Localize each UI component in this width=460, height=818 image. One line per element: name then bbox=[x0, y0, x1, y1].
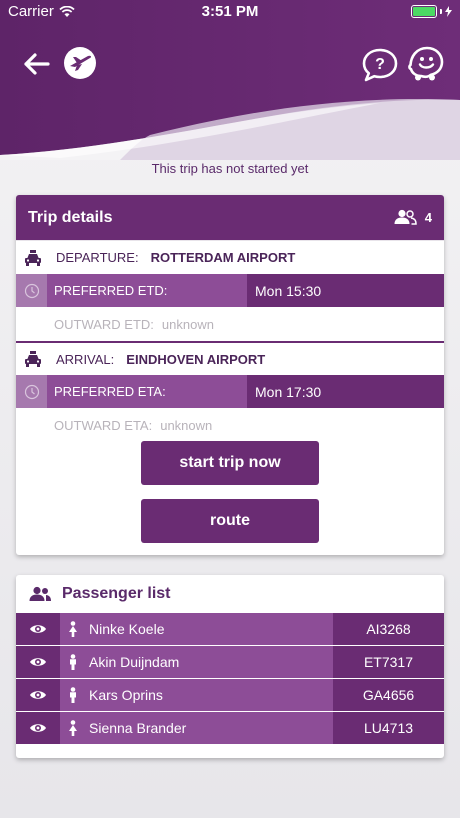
passenger-name: Ninke Koele bbox=[86, 613, 333, 645]
departure-location: ROTTERDAM AIRPORT bbox=[150, 250, 296, 265]
eye-icon[interactable] bbox=[16, 679, 60, 711]
passenger-name: Akin Duijndam bbox=[86, 646, 333, 678]
passenger-code: LU4713 bbox=[333, 712, 444, 744]
outward-eta-row: OUTWARD ETA: unknown bbox=[16, 408, 444, 442]
outward-etd-value: unknown bbox=[161, 316, 214, 332]
arrival-label: ARRIVAL: bbox=[56, 351, 115, 367]
preferred-etd-row: PREFERRED ETD: Mon 15:30 bbox=[16, 274, 444, 307]
passenger-list-header: Passenger list bbox=[16, 575, 444, 612]
passenger-row[interactable]: Kars Oprins GA4656 bbox=[16, 678, 444, 711]
header: Carrier 3:51 PM ? bbox=[0, 0, 460, 160]
preferred-etd-label: PREFERRED ETD: bbox=[47, 274, 247, 307]
passenger-list-card: Passenger list Ninke Koele AI3268 Akin Dui… bbox=[16, 575, 444, 758]
outward-eta-value: unknown bbox=[160, 417, 213, 433]
female-icon bbox=[60, 712, 86, 744]
outward-etd-row: OUTWARD ETD: unknown bbox=[16, 307, 444, 341]
male-icon bbox=[60, 679, 86, 711]
question-bubble-icon: ? bbox=[362, 48, 398, 82]
passenger-rows: Ninke Koele AI3268 Akin Duijndam ET7317 Kars… bbox=[16, 612, 444, 744]
departure-row: DEPARTURE: ROTTERDAM AIRPORT bbox=[16, 240, 444, 274]
preferred-etd-value: Mon 15:30 bbox=[247, 274, 444, 307]
passenger-code: GA4656 bbox=[333, 679, 444, 711]
trip-details-title: Trip details bbox=[28, 208, 113, 226]
passenger-row[interactable]: Ninke Koele AI3268 bbox=[16, 612, 444, 645]
route-button[interactable]: route bbox=[141, 499, 319, 543]
female-icon bbox=[60, 613, 86, 645]
battery-icon bbox=[411, 5, 452, 18]
svg-text:?: ? bbox=[375, 56, 385, 73]
waze-icon bbox=[408, 46, 444, 81]
charging-bolt-icon bbox=[445, 6, 452, 17]
passenger-count-value: 4 bbox=[424, 209, 432, 225]
arrival-row: ARRIVAL: EINDHOVEN AIRPORT bbox=[16, 341, 444, 375]
trip-details-card: Trip details 4 DEPARTURE: ROTTERDAM AIRP… bbox=[16, 195, 444, 555]
passenger-row[interactable]: Sienna Brander LU4713 bbox=[16, 711, 444, 744]
outward-etd-label: OUTWARD ETD: bbox=[54, 316, 154, 332]
preferred-eta-label: PREFERRED ETA: bbox=[47, 375, 247, 408]
passenger-code: AI3268 bbox=[333, 613, 444, 645]
eye-icon[interactable] bbox=[16, 646, 60, 678]
clock-icon bbox=[16, 274, 47, 307]
outward-eta-label: OUTWARD ETA: bbox=[54, 417, 153, 433]
male-icon bbox=[60, 646, 86, 678]
arrow-left-icon bbox=[24, 53, 50, 75]
taxi-icon bbox=[25, 351, 41, 367]
help-button[interactable]: ? bbox=[360, 46, 400, 84]
plane-logo-icon bbox=[62, 45, 98, 81]
taxi-icon bbox=[25, 249, 41, 266]
eye-icon[interactable] bbox=[16, 613, 60, 645]
waze-button[interactable] bbox=[406, 44, 446, 84]
trip-status-message: This trip has not started yet bbox=[151, 161, 309, 176]
status-bar: Carrier 3:51 PM bbox=[0, 0, 460, 24]
preferred-eta-row: PREFERRED ETA: Mon 17:30 bbox=[16, 375, 444, 408]
group-icon bbox=[29, 586, 51, 601]
departure-label: DEPARTURE: bbox=[56, 250, 139, 265]
group-icon bbox=[394, 209, 417, 225]
preferred-eta-value: Mon 17:30 bbox=[247, 375, 444, 408]
passenger-row[interactable]: Akin Duijndam ET7317 bbox=[16, 645, 444, 678]
passenger-count: 4 bbox=[393, 209, 432, 225]
start-trip-button[interactable]: start trip now bbox=[141, 441, 319, 485]
arrival-location: EINDHOVEN AIRPORT bbox=[126, 351, 266, 367]
passenger-name: Sienna Brander bbox=[86, 712, 333, 744]
back-button[interactable] bbox=[20, 50, 52, 78]
passenger-list-title: Passenger list bbox=[62, 584, 171, 602]
status-time: 3:51 PM bbox=[201, 3, 259, 20]
passenger-name: Kars Oprins bbox=[86, 679, 333, 711]
trip-details-header: Trip details 4 bbox=[16, 195, 444, 240]
clock-icon bbox=[16, 375, 47, 408]
eye-icon[interactable] bbox=[16, 712, 60, 744]
passenger-code: ET7317 bbox=[333, 646, 444, 678]
